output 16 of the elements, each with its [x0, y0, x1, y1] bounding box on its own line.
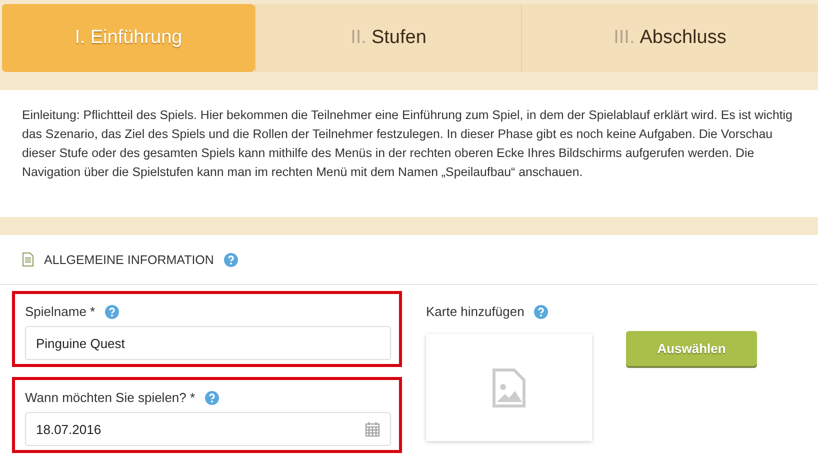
- calendar-icon[interactable]: [365, 422, 380, 436]
- field-label: Spielname *: [25, 304, 96, 319]
- intro-text: Einleitung: Pflichtteil des Spiels. Hier bekommen die Teilnehmer eine Einführung zum Spiel, in dem der Spielablauf erklärt wird. Es ist wichtig das Szenario, das Ziel des Spiels und die Rollen der Teilnehmer festzulegen. In dieser Phase gibt es noch keine Aufgaben. Die Vorschau dieser Stufe oder des gesamten Spiels kann mithilfe des Menüs in der rechten oberen Ecke Ihres Bildschirms aufgerufen werden. Die Navigation über die Spielstufen kann man im rechten Menü mit dem Namen „Speilaufbau“ anschauen.: [0, 90, 818, 217]
- document-icon: [22, 252, 34, 267]
- help-icon[interactable]: [224, 252, 238, 266]
- field-label: Karte hinzufügen: [426, 304, 524, 319]
- help-icon[interactable]: [105, 304, 120, 318]
- field-label: Wann möchten Sie spielen? *: [25, 390, 196, 405]
- step-tab[interactable]: II. Stufen: [255, 4, 521, 72]
- image-icon: [492, 368, 526, 408]
- help-icon[interactable]: [534, 304, 548, 318]
- step-tab[interactable]: III. Abschluss: [521, 4, 818, 72]
- input-field[interactable]: Pinguine Quest: [25, 326, 391, 360]
- date-field[interactable]: 18.07.2016: [25, 412, 391, 446]
- section-title: ALLGEMEINE INFORMATION: [44, 252, 214, 266]
- help-icon[interactable]: [205, 390, 220, 404]
